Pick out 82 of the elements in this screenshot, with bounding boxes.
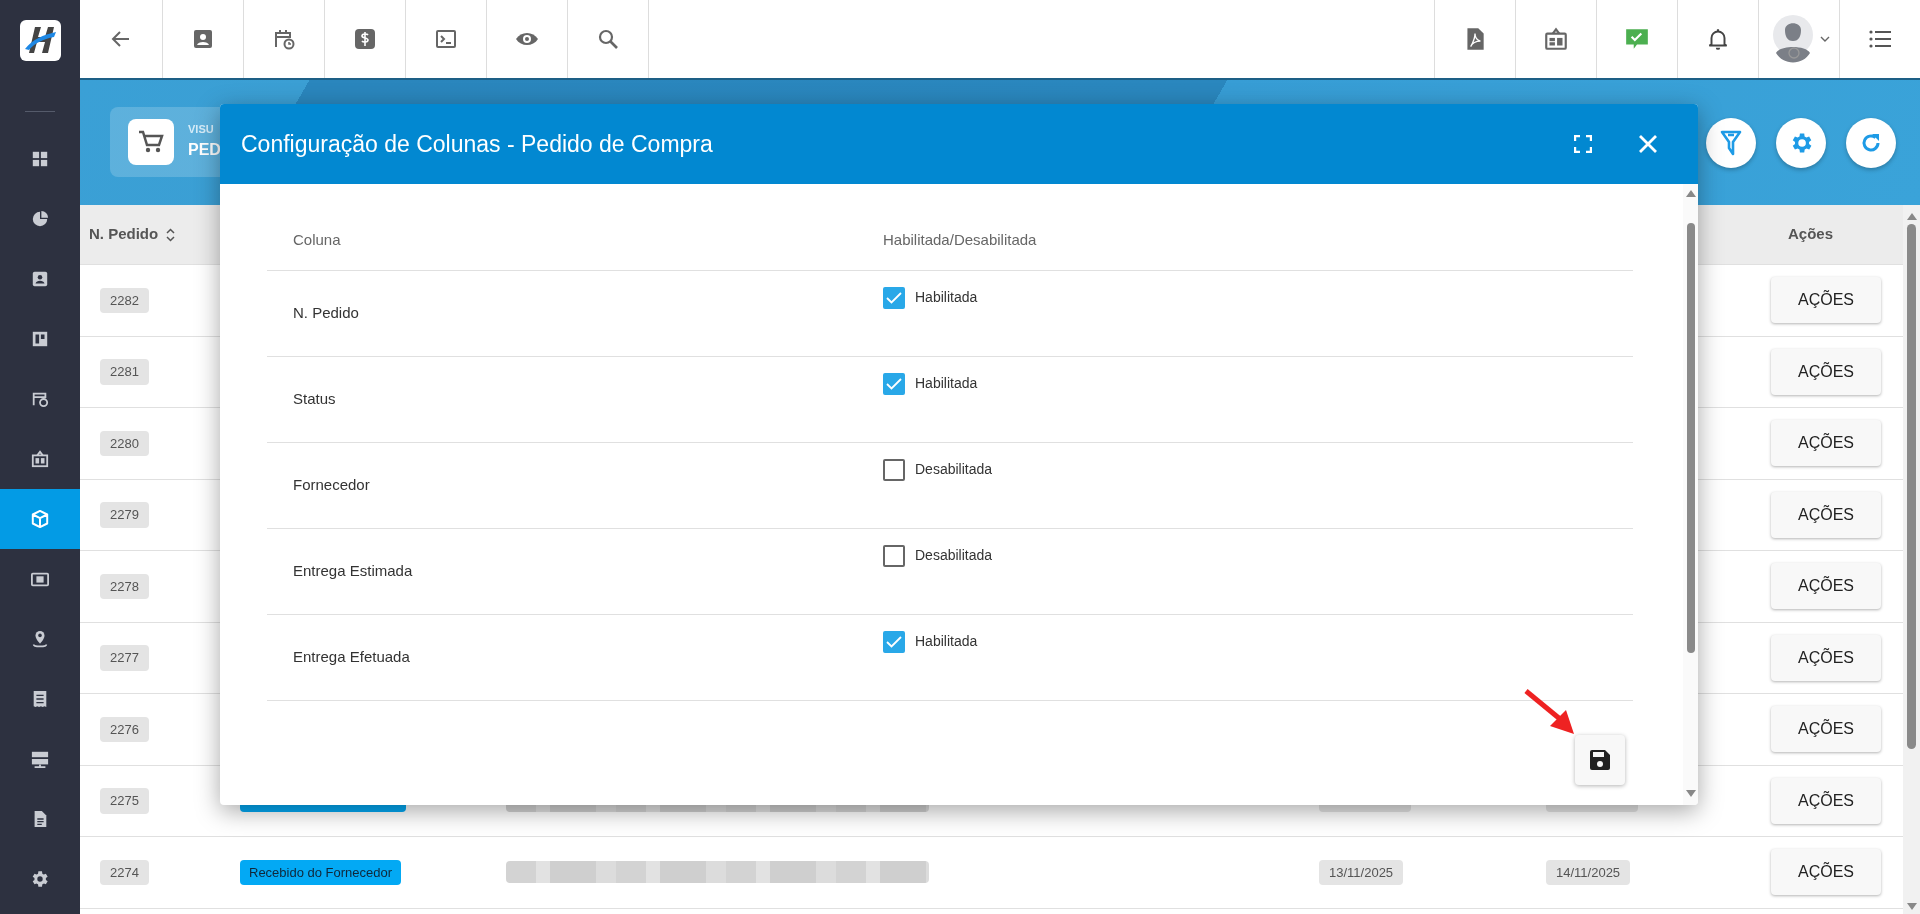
checkbox[interactable] bbox=[883, 459, 905, 481]
settings-button[interactable] bbox=[1776, 117, 1826, 168]
column-name: Entrega Estimada bbox=[293, 561, 414, 582]
id-badge-icon bbox=[31, 450, 49, 468]
close-icon bbox=[1638, 134, 1658, 154]
checkbox-label: Habilitada bbox=[915, 632, 978, 651]
save-button[interactable] bbox=[1575, 735, 1625, 785]
order-number: 2280 bbox=[100, 430, 149, 456]
caret-icon bbox=[1820, 35, 1830, 43]
cart-icon bbox=[138, 129, 164, 154]
settings-icon bbox=[31, 870, 49, 888]
column-header: Coluna bbox=[293, 229, 342, 250]
checkmark-icon bbox=[886, 378, 902, 390]
receipt-icon bbox=[31, 690, 49, 708]
scroll-down-icon bbox=[1685, 790, 1696, 797]
order-number: 2281 bbox=[100, 359, 149, 385]
dashboard-icon bbox=[31, 150, 49, 168]
server-icon bbox=[31, 750, 49, 768]
terminal-icon bbox=[434, 27, 458, 51]
contact-card-icon bbox=[191, 27, 215, 51]
checkbox-label: Desabilitada bbox=[915, 546, 993, 565]
filter-button[interactable] bbox=[1706, 117, 1756, 168]
order-number: 2275 bbox=[100, 788, 149, 814]
calendar-clock-icon bbox=[272, 27, 296, 51]
column-name: Status bbox=[293, 389, 337, 410]
filter-icon bbox=[1720, 128, 1742, 157]
scroll-up-icon bbox=[1685, 190, 1696, 197]
order-number: 2274 bbox=[100, 859, 149, 885]
page-subtitle: VISU bbox=[188, 122, 215, 138]
fullscreen-icon bbox=[1574, 135, 1592, 153]
checkmark-icon bbox=[886, 292, 902, 304]
order-number: 2279 bbox=[100, 502, 149, 528]
actions-button[interactable]: AÇÕES bbox=[1771, 420, 1881, 467]
calendar-clock-icon bbox=[31, 390, 49, 408]
checkbox-label: Habilitada bbox=[915, 288, 978, 307]
location-pin-icon bbox=[31, 630, 49, 648]
board-icon bbox=[31, 330, 49, 348]
page-title: PED bbox=[188, 139, 221, 160]
actions-button[interactable]: AÇÕES bbox=[1771, 777, 1881, 824]
checkbox[interactable] bbox=[883, 545, 905, 567]
checkbox-label: Habilitada bbox=[915, 374, 978, 393]
order-number: 2282 bbox=[100, 287, 149, 313]
order-number: 2276 bbox=[100, 716, 149, 742]
order-number: 2278 bbox=[100, 573, 149, 599]
app-logo[interactable] bbox=[19, 19, 61, 61]
scrollbar[interactable] bbox=[1903, 205, 1920, 914]
column-header: Habilitada/Desabilitada bbox=[883, 229, 1038, 250]
column-name: Fornecedor bbox=[293, 475, 371, 496]
pie-chart-icon bbox=[31, 210, 49, 228]
actions-button[interactable]: AÇÕES bbox=[1771, 348, 1881, 395]
scroll-down-icon bbox=[1906, 903, 1917, 910]
scroll-up-icon bbox=[1906, 213, 1917, 220]
checkbox[interactable] bbox=[883, 631, 905, 653]
money-icon bbox=[31, 570, 49, 588]
dollar-icon bbox=[353, 27, 377, 51]
checkmark-icon bbox=[886, 636, 902, 648]
dialog-title: Configuração de Colunas - Pedido de Compra bbox=[241, 129, 713, 159]
id-badge-icon bbox=[1543, 26, 1569, 52]
checkbox-label: Desabilitada bbox=[915, 460, 993, 479]
column-header: Ações bbox=[1787, 224, 1835, 245]
actions-button[interactable]: AÇÕES bbox=[1771, 563, 1881, 610]
checkbox[interactable] bbox=[883, 373, 905, 395]
column-header[interactable]: N. Pedido bbox=[89, 223, 159, 246]
date-tag: 14/11/2025 bbox=[1546, 859, 1631, 885]
column-name: Entrega Efetuada bbox=[293, 647, 411, 668]
actions-button[interactable]: AÇÕES bbox=[1771, 634, 1881, 681]
scrollbar[interactable] bbox=[1683, 184, 1698, 805]
box-icon bbox=[31, 510, 49, 528]
annotation-arrow bbox=[1524, 688, 1576, 736]
status-tag: Recebido do Fornecedor bbox=[240, 859, 402, 885]
actions-button[interactable]: AÇÕES bbox=[1771, 706, 1881, 753]
menu-icon bbox=[1869, 30, 1891, 48]
search-icon bbox=[596, 27, 620, 51]
actions-button[interactable]: AÇÕES bbox=[1771, 491, 1881, 538]
checkbox[interactable] bbox=[883, 287, 905, 309]
actions-button[interactable]: AÇÕES bbox=[1771, 277, 1881, 324]
refresh-button[interactable] bbox=[1846, 117, 1896, 168]
date-tag: 13/11/2025 bbox=[1319, 859, 1404, 885]
column-name: N. Pedido bbox=[293, 303, 360, 324]
order-number: 2277 bbox=[100, 645, 149, 671]
contact-card-icon bbox=[31, 270, 49, 288]
actions-button[interactable]: AÇÕES bbox=[1771, 849, 1881, 896]
